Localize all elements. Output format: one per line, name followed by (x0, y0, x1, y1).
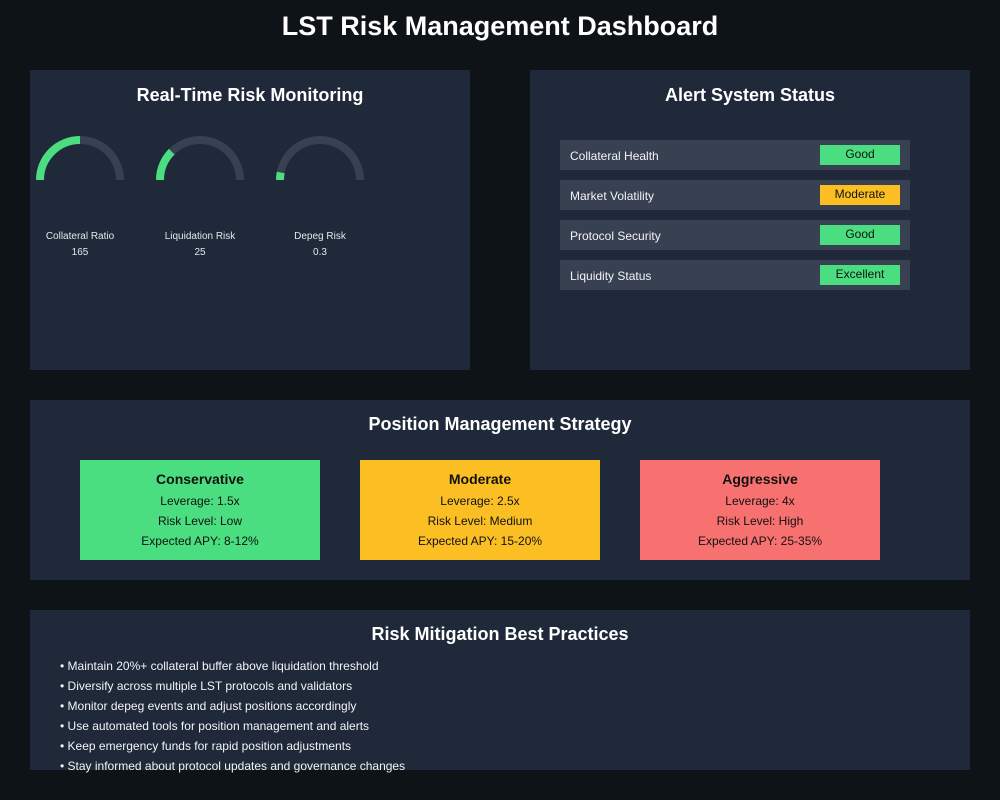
alert-label: Collateral Health (570, 149, 659, 163)
list-item: • Use automated tools for position manag… (60, 719, 370, 733)
strategy-leverage: Leverage: 2.5x (440, 494, 520, 508)
strategy-risk-level: Risk Level: Low (157, 514, 243, 528)
status-badge: Good (820, 225, 900, 245)
list-item: • Stay informed about protocol updates a… (60, 759, 406, 773)
strategy-apy: Expected APY: 8-12% (141, 534, 259, 548)
strategy-apy: Expected APY: 15-20% (417, 534, 543, 548)
gauge-value: 25 (194, 247, 206, 258)
strategy-name: Aggressive (722, 471, 798, 487)
alert-label: Protocol Security (570, 229, 661, 243)
best-practices-panel: Risk Mitigation Best Practices • Maintai… (30, 610, 970, 773)
strategy-risk-level: Risk Level: Medium (427, 514, 533, 528)
strategy-card-conservative: Conservative Leverage: 1.5x Risk Level: … (80, 460, 320, 560)
strategy-apy: Expected APY: 25-35% (697, 534, 823, 548)
gauge-collateral-ratio-arc (36, 136, 124, 181)
list-item: • Monitor depeg events and adjust positi… (60, 699, 357, 713)
gauge-collateral-ratio: Collateral Ratio 165 (30, 134, 150, 264)
status-badge: Moderate (820, 185, 900, 205)
page-title: LST Risk Management Dashboard (281, 11, 719, 41)
dashboard-page: LST Risk Management Dashboard Real-Time … (0, 0, 1000, 800)
alert-row-market-volatility: Market Volatility Moderate (560, 180, 910, 210)
gauge-depeg-risk-arc (276, 136, 364, 181)
strategy-card-moderate: Moderate Leverage: 2.5x Risk Level: Medi… (360, 460, 600, 560)
strategy-name: Conservative (156, 471, 244, 487)
strategy-risk-level: Risk Level: High (716, 514, 804, 528)
strategy-leverage: Leverage: 1.5x (160, 494, 240, 508)
best-practices-title: Risk Mitigation Best Practices (371, 624, 629, 644)
gauge-liquidation-risk-arc (156, 136, 244, 181)
risk-monitoring-panel: Real-Time Risk Monitoring Collateral Rat… (30, 70, 470, 370)
gauge-liquidation-risk: Liquidation Risk 25 (150, 134, 270, 264)
gauge-label: Liquidation Risk (164, 231, 236, 242)
strategy-leverage: Leverage: 4x (725, 494, 795, 508)
alert-row-liquidity-status: Liquidity Status Excellent (560, 260, 910, 290)
alert-row-protocol-security: Protocol Security Good (560, 220, 910, 250)
alert-status-panel: Alert System Status Collateral Health Go… (530, 70, 970, 370)
strategy-panel: Position Management Strategy Conservativ… (30, 400, 970, 580)
alert-label: Liquidity Status (570, 269, 652, 283)
status-badge: Excellent (820, 265, 900, 285)
status-badge: Good (820, 145, 900, 165)
alert-row-collateral-health: Collateral Health Good (560, 140, 910, 170)
gauge-depeg-risk: Depeg Risk 0.3 (270, 134, 390, 264)
strategy-name: Moderate (448, 471, 512, 487)
gauge-value: 165 (71, 247, 89, 258)
alert-status-title: Alert System Status (664, 85, 836, 105)
list-item: • Diversify across multiple LST protocol… (60, 679, 353, 693)
list-item: • Keep emergency funds for rapid positio… (60, 739, 352, 753)
strategy-title: Position Management Strategy (368, 414, 632, 434)
gauge-value: 0.3 (313, 247, 327, 258)
strategy-card-aggressive: Aggressive Leverage: 4x Risk Level: High… (640, 460, 880, 560)
gauge-label: Depeg Risk (294, 231, 346, 242)
risk-monitoring-title: Real-Time Risk Monitoring (136, 85, 364, 105)
list-item: • Maintain 20%+ collateral buffer above … (60, 659, 379, 673)
alert-label: Market Volatility (570, 189, 655, 203)
gauge-label: Collateral Ratio (45, 231, 115, 242)
